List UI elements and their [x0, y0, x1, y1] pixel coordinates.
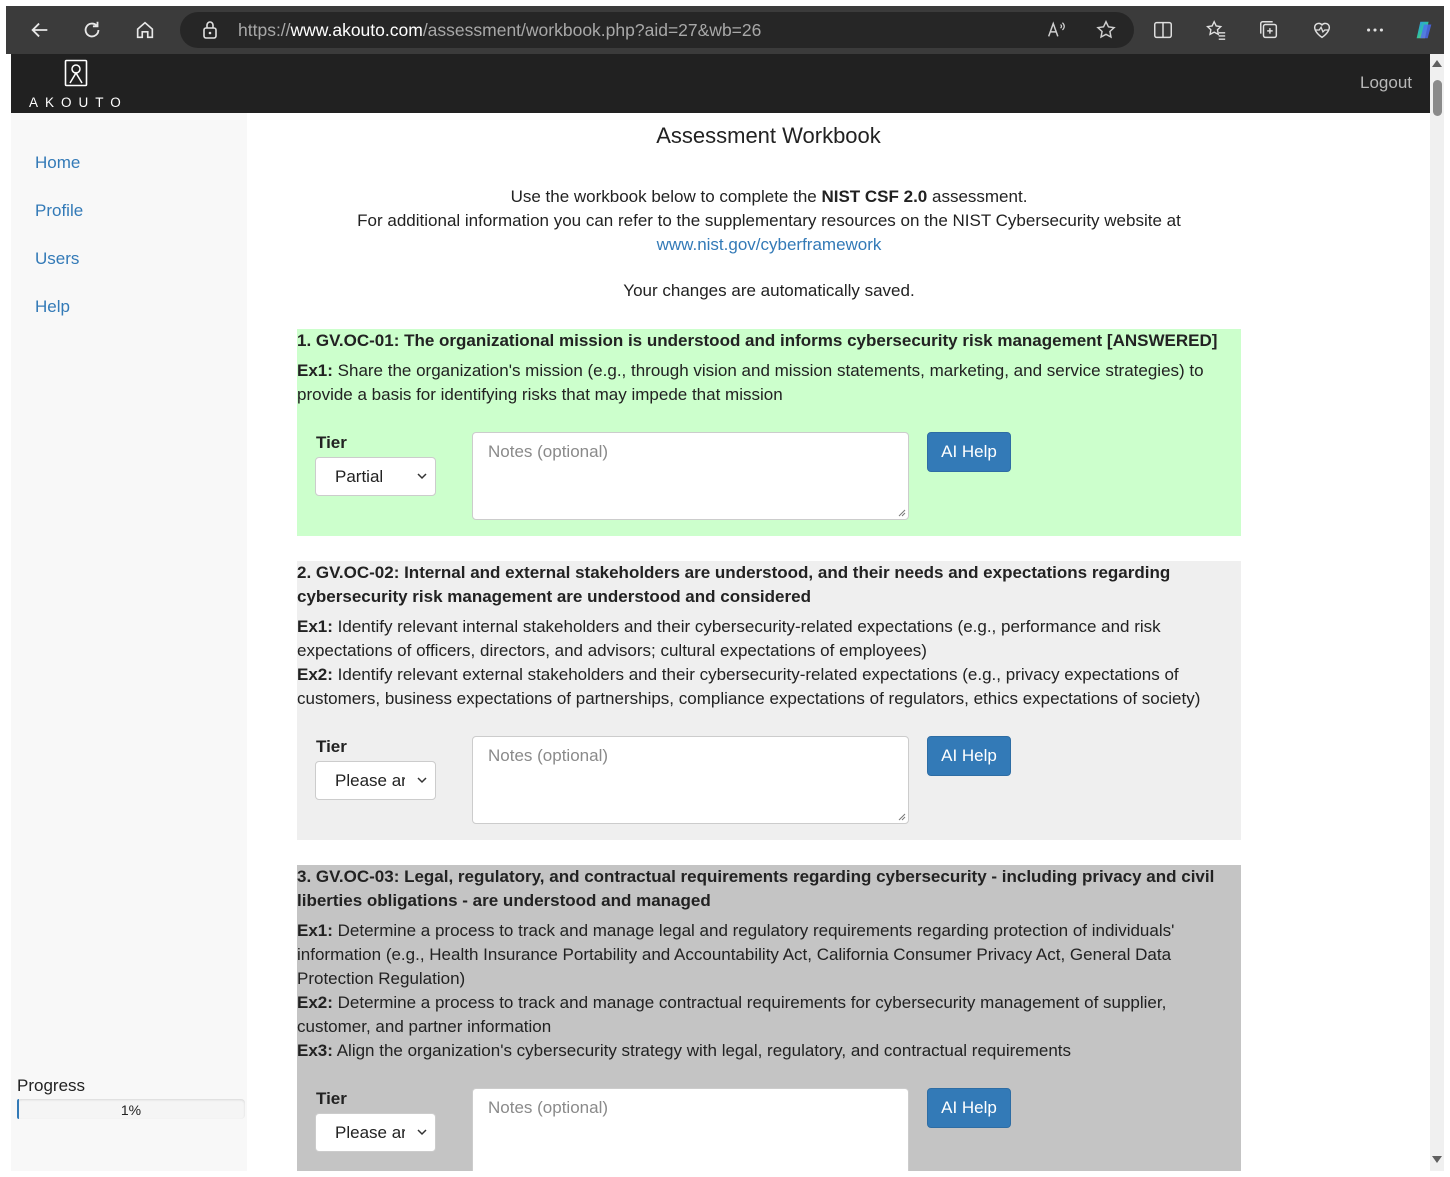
browser-toolbar: https://www.akouto.com/assessment/workbo… [6, 6, 1444, 54]
item-form-row: Tier Please ar Notes (optional) AI Help [297, 1087, 1241, 1171]
example-label: Ex1: [297, 361, 333, 380]
back-icon[interactable] [20, 6, 60, 54]
chevron-down-icon [417, 1129, 427, 1136]
example-text: Determine a process to track and manage … [297, 921, 1175, 988]
tier-select[interactable]: Please ar [315, 1113, 436, 1152]
brand-wordmark: AKOUTO [29, 95, 128, 110]
autosave-note: Your changes are automatically saved. [623, 281, 915, 300]
assessment-item-1: 1. GV.OC-01: The organizational mission … [297, 329, 1241, 536]
intro-line-2: For additional information you can refer… [357, 211, 1181, 230]
chevron-down-icon [417, 777, 427, 784]
example-label: Ex2: [297, 993, 333, 1012]
favorite-star-icon[interactable] [1092, 16, 1120, 44]
progress-bar: 1% [17, 1099, 245, 1119]
intro-line-1: Use the workbook below to complete the [510, 187, 822, 206]
tier-label: Tier [316, 1089, 347, 1108]
tier-label: Tier [316, 433, 347, 452]
notes-textarea[interactable]: Notes (optional) [472, 432, 909, 520]
more-options-icon[interactable] [1355, 6, 1395, 54]
page-title: Assessment Workbook [656, 123, 881, 148]
ai-help-button[interactable]: AI Help [927, 432, 1011, 472]
notes-textarea[interactable]: Notes (optional) [472, 1088, 909, 1171]
tier-select[interactable]: Partial [315, 457, 436, 496]
item-title: 3. GV.OC-03: Legal, regulatory, and cont… [297, 867, 1215, 910]
item-form-row: Tier Please ar Notes (optional) AI Help [297, 735, 1241, 845]
sidebar-item-profile[interactable]: Profile [35, 201, 83, 221]
akouto-logo[interactable]: AKOUTO [29, 58, 129, 110]
framework-name: NIST CSF 2.0 [821, 187, 928, 206]
ai-help-button[interactable]: AI Help [927, 1088, 1011, 1128]
tier-select[interactable]: Please ar [315, 761, 436, 800]
site-header: AKOUTO Logout [11, 54, 1430, 113]
read-aloud-icon[interactable] [1042, 16, 1070, 44]
example-label: Ex2: [297, 665, 333, 684]
main-content: Assessment Workbook Use the workbook bel… [247, 113, 1430, 1171]
example-text: Identify relevant internal stakeholders … [297, 617, 1161, 660]
progress-value: 1% [120, 1102, 142, 1118]
tier-select-value: Please ar [335, 771, 405, 790]
tier-label: Tier [316, 737, 347, 756]
tier-select-value: Partial [335, 467, 384, 486]
sidebar-item-help[interactable]: Help [35, 297, 70, 317]
example-3: Ex3: Align the organization's cybersecur… [297, 1039, 1241, 1063]
scrollbar-thumb[interactable] [1433, 80, 1442, 116]
example-label: Ex1: [297, 617, 333, 636]
notes-placeholder: Notes (optional) [488, 1098, 609, 1117]
resize-grip-icon[interactable] [897, 508, 906, 517]
example-text: Identify relevant external stakeholders … [297, 665, 1201, 708]
sidebar-item-home[interactable]: Home [35, 153, 80, 173]
home-icon[interactable] [125, 6, 165, 54]
item-title: 2. GV.OC-02: Internal and external stake… [297, 563, 1171, 606]
lock-icon[interactable] [200, 20, 220, 40]
example-2: Ex2: Identify relevant external stakehol… [297, 663, 1241, 711]
resize-grip-icon[interactable] [897, 812, 906, 821]
browser-essentials-icon[interactable] [1302, 6, 1342, 54]
split-screen-icon[interactable] [1143, 6, 1183, 54]
scroll-up-arrow-icon[interactable] [1432, 60, 1442, 67]
assessment-item-3: 3. GV.OC-03: Legal, regulatory, and cont… [297, 865, 1241, 1171]
refresh-icon[interactable] [72, 6, 112, 54]
example-text: Share the organization's mission (e.g., … [297, 361, 1204, 404]
item-title: 1. GV.OC-01: The organizational mission … [297, 331, 1218, 350]
example-label: Ex3: [297, 1041, 333, 1060]
notes-textarea[interactable]: Notes (optional) [472, 736, 909, 824]
intro-line-1-end: assessment. [927, 187, 1028, 206]
example-1: Ex1: Determine a process to track and ma… [297, 919, 1241, 991]
ai-help-button[interactable]: AI Help [927, 736, 1011, 776]
scroll-down-arrow-icon[interactable] [1432, 1156, 1442, 1163]
example-label: Ex1: [297, 921, 333, 940]
example-1: Ex1: Share the organization's mission (e… [297, 359, 1241, 407]
example-1: Ex1: Identify relevant internal stakehol… [297, 615, 1241, 663]
nist-link[interactable]: www.nist.gov/cyberframework [657, 235, 882, 254]
collections-icon[interactable] [1249, 6, 1289, 54]
example-2: Ex2: Determine a process to track and ma… [297, 991, 1241, 1039]
tier-select-value: Please ar [335, 1123, 405, 1142]
example-text: Determine a process to track and manage … [297, 993, 1167, 1036]
intro-text: Use the workbook below to complete the N… [297, 185, 1241, 257]
logo-mark-icon [64, 59, 88, 87]
assessment-item-2: 2. GV.OC-02: Internal and external stake… [297, 561, 1241, 840]
copilot-icon[interactable] [1404, 6, 1444, 54]
sidebar: Home Profile Users Help Progress 1% [11, 113, 247, 1171]
page-scrollbar[interactable] [1430, 54, 1444, 1171]
sidebar-item-users[interactable]: Users [35, 249, 79, 269]
address-bar[interactable]: https://www.akouto.com/assessment/workbo… [180, 12, 1134, 48]
item-form-row: Tier Partial Notes (optional) AI Help [297, 431, 1241, 541]
url-text: https://www.akouto.com/assessment/workbo… [238, 20, 762, 40]
example-text: Align the organization's cybersecurity s… [332, 1041, 1072, 1060]
progress-label: Progress [17, 1076, 86, 1095]
notes-placeholder: Notes (optional) [488, 746, 609, 765]
chevron-down-icon [417, 473, 427, 480]
logout-link[interactable]: Logout [1360, 73, 1412, 93]
notes-placeholder: Notes (optional) [488, 442, 609, 461]
favorites-icon[interactable] [1196, 6, 1236, 54]
